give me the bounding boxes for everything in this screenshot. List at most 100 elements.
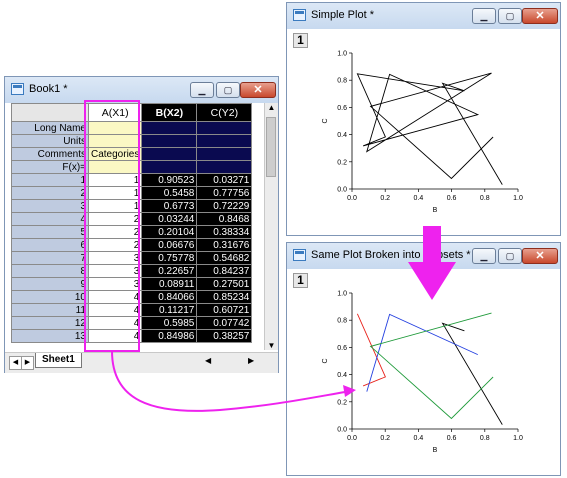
cell-a[interactable]: 1: [87, 186, 143, 200]
tab-scroll-right-icon[interactable]: ▶: [21, 356, 34, 370]
cell[interactable]: [87, 160, 143, 174]
table-row[interactable]: 11 4 0.11217 0.60721: [11, 303, 253, 317]
scroll-thumb[interactable]: [266, 117, 276, 177]
row-label-units[interactable]: Units: [11, 134, 89, 148]
cell[interactable]: [87, 134, 143, 148]
row-number[interactable]: 7: [11, 251, 89, 265]
cell-a[interactable]: 3: [87, 264, 143, 278]
subsets-plot-chart[interactable]: 0.0 0.2 0.4 0.6 0.8 1.0 0.0 0.2 0.4 0.6 0.8 1.0 B C: [287, 269, 560, 475]
simple-plot-window[interactable]: Simple Plot * ▁ ▢ ✕ 1 0.0 0.2 0.4 0.6 0.8 1.0…: [286, 2, 561, 236]
cell-comments-a[interactable]: Categories: [87, 147, 143, 161]
minimize-button[interactable]: ▁: [472, 8, 496, 24]
row-label-fx[interactable]: F(x)=: [11, 160, 89, 174]
cell-a[interactable]: 2: [87, 238, 143, 252]
simple-plot-titlebar[interactable]: Simple Plot * ▁ ▢ ✕: [287, 3, 560, 29]
cell-a[interactable]: 4: [87, 303, 143, 317]
cell[interactable]: [141, 121, 198, 135]
cell-b[interactable]: 0.08911: [141, 277, 198, 291]
table-row[interactable]: 13 4 0.84986 0.38257: [11, 329, 253, 343]
minimize-button[interactable]: ▁: [190, 82, 214, 98]
row-number[interactable]: 2: [11, 186, 89, 200]
row-number[interactable]: 5: [11, 225, 89, 239]
worksheet-grid[interactable]: A(X1) B(X2) C(Y2) Long Name Units Commen…: [11, 103, 253, 343]
row-number[interactable]: 6: [11, 238, 89, 252]
row-label-comments[interactable]: Comments: [11, 147, 89, 161]
table-row[interactable]: 12 4 0.5985 0.07742: [11, 316, 253, 330]
cell-b[interactable]: 0.84066: [141, 290, 198, 304]
table-row[interactable]: 5 2 0.20104 0.38334: [11, 225, 253, 239]
vertical-scrollbar[interactable]: ▲ ▼: [264, 103, 278, 350]
cell[interactable]: [196, 160, 253, 174]
cell-a[interactable]: 2: [87, 225, 143, 239]
close-button[interactable]: ✕: [522, 8, 558, 24]
cell-c[interactable]: 0.03271: [196, 173, 253, 187]
grid-corner[interactable]: [11, 103, 89, 122]
row-label-long-name[interactable]: Long Name: [11, 121, 89, 135]
cell-c[interactable]: 0.60721: [196, 303, 253, 317]
row-number[interactable]: 9: [11, 277, 89, 291]
cell-b[interactable]: 0.20104: [141, 225, 198, 239]
cell[interactable]: [196, 134, 253, 148]
cell-a[interactable]: 3: [87, 277, 143, 291]
cell[interactable]: [87, 121, 143, 135]
cell-c[interactable]: 0.27501: [196, 277, 253, 291]
maximize-button[interactable]: ▢: [498, 8, 522, 24]
cell-c[interactable]: 0.07742: [196, 316, 253, 330]
hscroll-left-icon[interactable]: ◀: [205, 356, 211, 365]
minimize-button[interactable]: ▁: [472, 248, 496, 264]
cell-c[interactable]: 0.31676: [196, 238, 253, 252]
cell-a[interactable]: 2: [87, 212, 143, 226]
sheet-tab-sheet1[interactable]: Sheet1: [35, 353, 82, 368]
simple-plot-chart[interactable]: 0.0 0.2 0.4 0.6 0.8 1.0 0.0 0.2 0.4 0.6 0.8 1.0 B C: [287, 29, 560, 235]
cell-c[interactable]: 0.38257: [196, 329, 253, 343]
book1-window[interactable]: Book1 * ▁ ▢ ✕ A(X1) B(X2) C(Y2) Long Nam…: [4, 76, 279, 373]
row-number[interactable]: 13: [11, 329, 89, 343]
cell-b[interactable]: 0.5985: [141, 316, 198, 330]
cell-c[interactable]: 0.8468: [196, 212, 253, 226]
row-number[interactable]: 8: [11, 264, 89, 278]
maximize-button[interactable]: ▢: [216, 82, 240, 98]
table-row[interactable]: 3 1 0.6773 0.72229: [11, 199, 253, 213]
table-row[interactable]: 2 1 0.5458 0.77756: [11, 186, 253, 200]
cell-b[interactable]: 0.11217: [141, 303, 198, 317]
cell-c[interactable]: 0.84237: [196, 264, 253, 278]
cell-b[interactable]: 0.06676: [141, 238, 198, 252]
cell[interactable]: [141, 160, 198, 174]
cell[interactable]: [196, 121, 253, 135]
maximize-button[interactable]: ▢: [498, 248, 522, 264]
subsets-plot-window[interactable]: Same Plot Broken into Subsets * ▁ ▢ ✕ 1 …: [286, 242, 561, 476]
cell-a[interactable]: 4: [87, 290, 143, 304]
hscroll-right-icon[interactable]: ▶: [248, 356, 254, 365]
cell-b[interactable]: 0.90523: [141, 173, 198, 187]
row-number[interactable]: 4: [11, 212, 89, 226]
row-number[interactable]: 10: [11, 290, 89, 304]
cell-c[interactable]: 0.72229: [196, 199, 253, 213]
scroll-down-arrow-icon[interactable]: ▼: [265, 341, 278, 350]
cell-c[interactable]: 0.38334: [196, 225, 253, 239]
column-header-b[interactable]: B(X2): [141, 103, 198, 122]
close-button[interactable]: ✕: [240, 82, 276, 98]
cell-b[interactable]: 0.5458: [141, 186, 198, 200]
cell-b[interactable]: 0.84986: [141, 329, 198, 343]
table-row[interactable]: 8 3 0.22657 0.84237: [11, 264, 253, 278]
cell-a[interactable]: 1: [87, 199, 143, 213]
cell-a[interactable]: 4: [87, 316, 143, 330]
cell-a[interactable]: 1: [87, 173, 143, 187]
column-header-a[interactable]: A(X1): [87, 103, 143, 122]
book1-titlebar[interactable]: Book1 * ▁ ▢ ✕: [5, 77, 278, 103]
cell[interactable]: [141, 147, 198, 161]
table-row[interactable]: 1 1 0.90523 0.03271: [11, 173, 253, 187]
cell-b[interactable]: 0.22657: [141, 264, 198, 278]
table-row[interactable]: 10 4 0.84066 0.85234: [11, 290, 253, 304]
close-button[interactable]: ✕: [522, 248, 558, 264]
table-row[interactable]: 6 2 0.06676 0.31676: [11, 238, 253, 252]
row-number[interactable]: 1: [11, 173, 89, 187]
cell-a[interactable]: 3: [87, 251, 143, 265]
cell-c[interactable]: 0.77756: [196, 186, 253, 200]
cell[interactable]: [196, 147, 253, 161]
table-row[interactable]: 7 3 0.75778 0.54682: [11, 251, 253, 265]
table-row[interactable]: 4 2 0.03244 0.8468: [11, 212, 253, 226]
cell-b[interactable]: 0.6773: [141, 199, 198, 213]
cell[interactable]: [141, 134, 198, 148]
cell-c[interactable]: 0.54682: [196, 251, 253, 265]
